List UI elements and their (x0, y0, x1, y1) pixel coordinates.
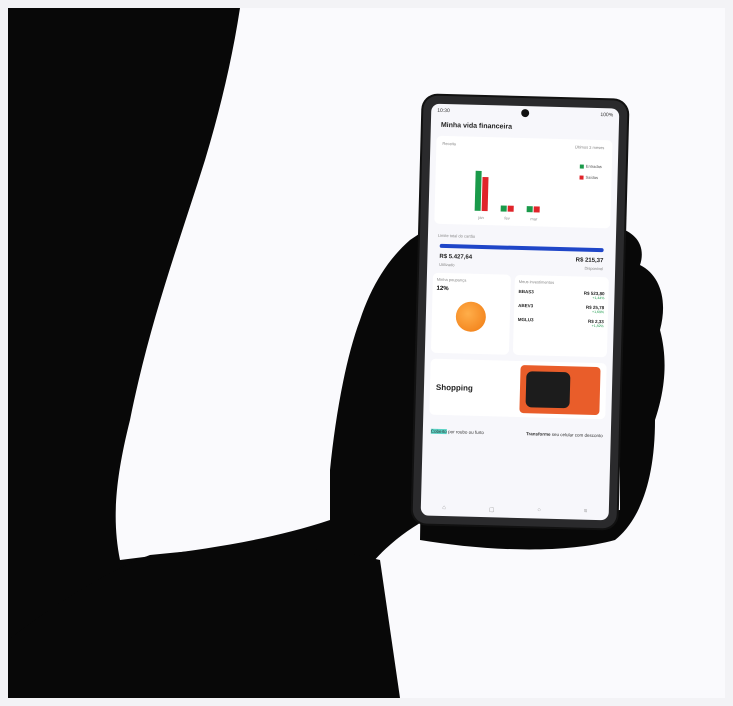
shopping-card[interactable]: Shopping (429, 358, 607, 420)
bar-jan-out (481, 176, 489, 212)
chart-card[interactable]: Receita Últimos 3 meses jan fev mar Entr… (434, 135, 613, 229)
legend-in: Entradas (585, 163, 602, 170)
promo-text: seu celular com desconto (551, 431, 603, 439)
bar-feb-in (500, 205, 507, 212)
tick-mar: mar (530, 216, 538, 222)
stocks-card[interactable]: Meus investimentos BBAS3 R$ 523,80 +1,44… (512, 274, 609, 358)
coin-icon (455, 301, 487, 333)
limit-progress-bar (439, 243, 604, 253)
shopping-title: Shopping (435, 382, 474, 393)
bar-mar-out (533, 206, 540, 213)
nav-search-icon[interactable]: ○ (537, 508, 541, 515)
stocks-label: Meus investimentos (518, 278, 555, 285)
available-label: Disponível (584, 265, 604, 272)
promo-lead: Transforme (525, 431, 551, 437)
status-time: 10:30 (437, 107, 450, 115)
available-value: R$ 215,37 (575, 257, 604, 265)
used-value: R$ 5.427,64 (439, 253, 473, 261)
status-battery: 100% (600, 112, 614, 119)
bar-jan-in (474, 170, 482, 211)
savings-value: 12% (436, 285, 449, 293)
product-image (519, 365, 601, 416)
savings-card[interactable]: Minha poupança 12% (430, 272, 511, 355)
promo-item[interactable]: Coberto por roubo ou furto (430, 428, 484, 436)
stock-ticker: MGLU3 (517, 316, 534, 323)
stock-change: +1,69% (592, 309, 605, 315)
widgets-row: Minha poupança 12% Meus investimentos BB… (430, 272, 609, 358)
balance-label: Limite total do cartão (437, 232, 476, 239)
smartphone: 10:30 100% Minha vida financeira Receita… (412, 95, 628, 529)
nav-home-icon[interactable]: ⌂ (442, 505, 446, 512)
savings-label: Minha poupança (436, 276, 467, 283)
stock-ticker: ABEV3 (518, 302, 534, 309)
photo-scene: 10:30 100% Minha vida financeira Receita… (0, 0, 733, 706)
bar-mar-in (526, 206, 533, 213)
chart-period: Últimos 3 meses (574, 144, 605, 151)
used-label: Utilizado (439, 261, 455, 268)
tick-jan: jan (478, 214, 484, 221)
bottom-nav: ⌂ ▢ ○ ≡ (421, 504, 609, 516)
promo-text: por roubo ou furto (448, 429, 484, 436)
promo-item[interactable]: Transforme seu celular com desconto (526, 431, 603, 438)
chart-legend: Entradas Saídas (579, 164, 602, 187)
stock-ticker: BBAS3 (518, 288, 534, 295)
tick-feb: fev (504, 215, 510, 221)
stock-change: +1,82% (591, 323, 604, 329)
nav-menu-icon[interactable]: ≡ (584, 509, 588, 516)
phone-screen: 10:30 100% Minha vida financeira Receita… (420, 103, 620, 521)
bar-group (465, 165, 552, 213)
legend-out: Saídas (585, 174, 599, 180)
nav-cards-icon[interactable]: ▢ (489, 506, 495, 513)
camera-icon (520, 108, 530, 118)
promo-highlight: Coberto (430, 428, 447, 435)
stock-change: +1,44% (592, 295, 605, 301)
bar-feb-out (507, 205, 514, 212)
promo-row: Coberto por roubo ou furto Transforme se… (423, 419, 611, 439)
